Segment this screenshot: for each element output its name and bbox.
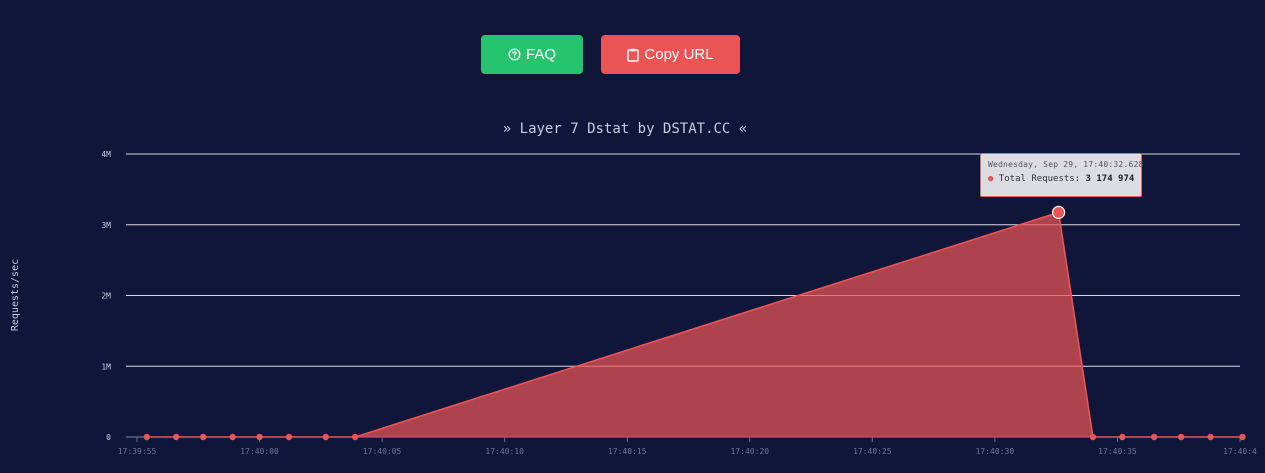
x-tick-label: 17:40:20 xyxy=(731,447,770,456)
requests-chart: » Layer 7 Dstat by DSTAT.CC « Requests/s… xyxy=(10,121,1257,456)
data-point xyxy=(1239,433,1246,441)
x-tick-label: 17:40:4 xyxy=(1223,447,1257,456)
data-point xyxy=(199,433,207,441)
y-tick-label: 2M xyxy=(101,292,111,301)
data-point-highlighted xyxy=(1052,205,1066,219)
x-tick-label: 17:40:00 xyxy=(240,447,279,456)
data-point xyxy=(1119,433,1126,441)
data-point xyxy=(322,433,329,441)
x-tick-label: 17:40:15 xyxy=(608,447,647,456)
y-tick-label: 4M xyxy=(101,150,111,159)
x-tick-label: 17:40:05 xyxy=(363,447,402,456)
data-point xyxy=(1207,433,1214,441)
data-point xyxy=(1151,433,1158,441)
tooltip-series-label: Total Requests: xyxy=(998,174,1081,184)
series-area xyxy=(146,212,1243,437)
data-tooltip: Wednesday, Sep 29, 17:40:32.628 ● Total … xyxy=(980,153,1144,197)
x-tick-label: 17:40:10 xyxy=(485,447,524,456)
x-tick-label: 17:40:25 xyxy=(853,447,892,456)
data-point xyxy=(351,433,359,441)
y-tick-label: 1M xyxy=(101,362,111,371)
x-tick-label: 17:40:30 xyxy=(976,447,1015,456)
data-point xyxy=(256,433,263,441)
data-point xyxy=(143,433,151,441)
tooltip-date: Wednesday, Sep 29, 17:40:32.628 xyxy=(988,160,1144,169)
y-tick-label: 0 xyxy=(106,433,111,442)
data-point xyxy=(173,433,180,441)
chart-title: » Layer 7 Dstat by DSTAT.CC « xyxy=(503,121,747,137)
data-point xyxy=(229,433,236,441)
data-point xyxy=(1089,433,1097,441)
x-tick-label: 17:40:35 xyxy=(1098,447,1137,456)
data-point xyxy=(1177,433,1185,441)
y-axis-label: Requests/sec xyxy=(10,259,21,331)
tooltip-value: 3 174 974 xyxy=(1085,174,1135,184)
x-tick-label: 17:39:55 xyxy=(118,447,157,456)
data-point xyxy=(285,433,293,441)
series-dot-icon: ● xyxy=(988,174,994,184)
y-tick-label: 3M xyxy=(101,221,111,230)
